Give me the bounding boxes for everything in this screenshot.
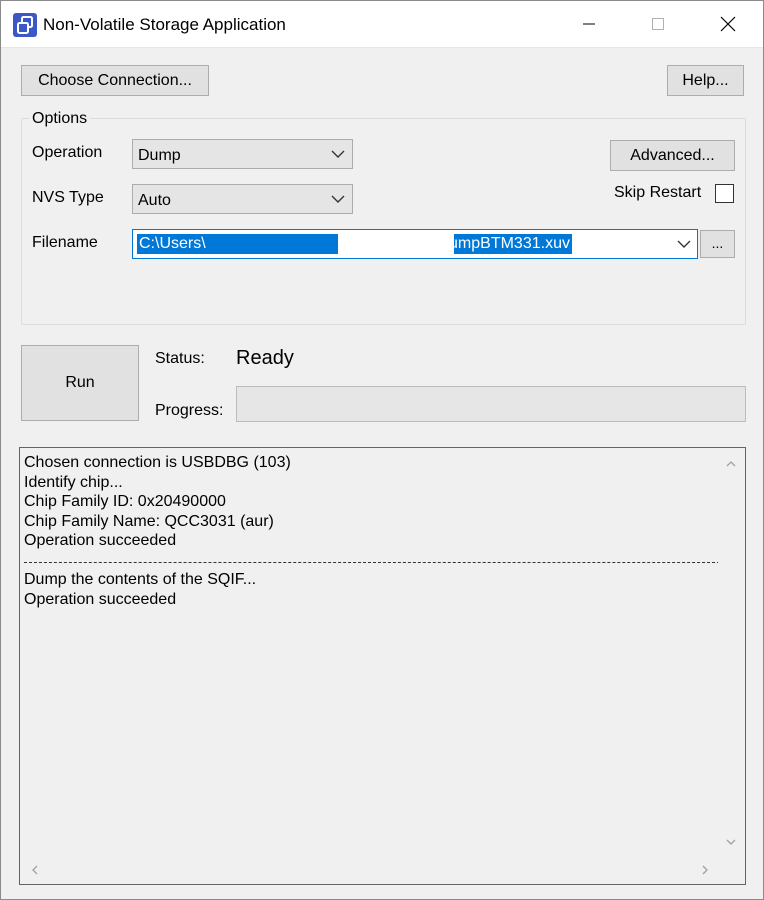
chevron-down-icon <box>331 150 345 158</box>
title-bar[interactable]: Non-Volatile Storage Application <box>1 1 763 48</box>
progress-bar <box>236 386 746 422</box>
advanced-button[interactable]: Advanced... <box>610 140 735 171</box>
scroll-right-icon[interactable] <box>699 864 711 876</box>
chevron-down-icon <box>331 195 345 203</box>
filename-label: Filename <box>32 234 98 251</box>
log-line: Operation succeeded <box>24 532 177 549</box>
log-line: Chip Family ID: 0x20490000 <box>24 493 226 510</box>
nvs-type-label: NVS Type <box>32 189 104 206</box>
log-line: Chip Family Name: QCC3031 (aur) <box>24 512 274 530</box>
help-button[interactable]: Help... <box>667 65 744 96</box>
close-button[interactable] <box>705 1 751 47</box>
browse-button[interactable]: ... <box>700 230 735 258</box>
chevron-down-icon[interactable] <box>677 239 691 249</box>
scroll-up-icon[interactable] <box>725 458 737 470</box>
filename-combo[interactable]: C:\Users\ Temp\btm331\dumpBTM331.xuv <box>132 229 698 259</box>
choose-connection-button[interactable]: Choose Connection... <box>21 65 209 96</box>
close-icon <box>720 16 736 32</box>
operation-label: Operation <box>32 144 103 161</box>
scroll-down-icon[interactable] <box>725 836 737 848</box>
maximize-button[interactable] <box>635 1 681 47</box>
operation-value: Dump <box>138 147 181 164</box>
operation-dropdown[interactable]: Dump <box>132 139 353 169</box>
options-group-label: Options <box>29 110 91 128</box>
app-icon <box>13 13 37 37</box>
redacted-region <box>338 232 454 257</box>
log-output[interactable]: Chosen connection is USBDBG (103) Identi… <box>19 447 746 885</box>
nvs-type-value: Auto <box>138 192 171 209</box>
log-line: Chosen connection is USBDBG (103) <box>24 454 291 471</box>
status-label: Status: <box>155 350 205 367</box>
log-lines: Chosen connection is USBDBG (103) Identi… <box>24 453 720 609</box>
skip-restart-checkbox[interactable] <box>715 184 734 203</box>
run-button[interactable]: Run <box>21 345 139 421</box>
minimize-icon <box>583 23 595 25</box>
log-separator <box>24 551 720 571</box>
status-value: Ready <box>236 347 294 369</box>
minimize-button[interactable] <box>566 1 612 47</box>
window-title: Non-Volatile Storage Application <box>43 15 286 34</box>
skip-restart-label: Skip Restart <box>614 184 702 201</box>
log-line: Operation succeeded <box>24 590 177 608</box>
log-line: Dump the contents of the SQIF... <box>24 571 257 588</box>
scroll-left-icon[interactable] <box>29 864 41 876</box>
scrollbar-corner <box>718 857 744 883</box>
maximize-icon <box>652 18 664 30</box>
horizontal-scrollbar[interactable] <box>21 857 718 883</box>
nvs-type-dropdown[interactable]: Auto <box>132 184 353 214</box>
app-window: Non-Volatile Storage Application Choose … <box>0 0 764 900</box>
progress-label: Progress: <box>155 402 224 419</box>
vertical-scrollbar[interactable] <box>718 449 744 857</box>
log-line: Identify chip... <box>24 473 123 491</box>
